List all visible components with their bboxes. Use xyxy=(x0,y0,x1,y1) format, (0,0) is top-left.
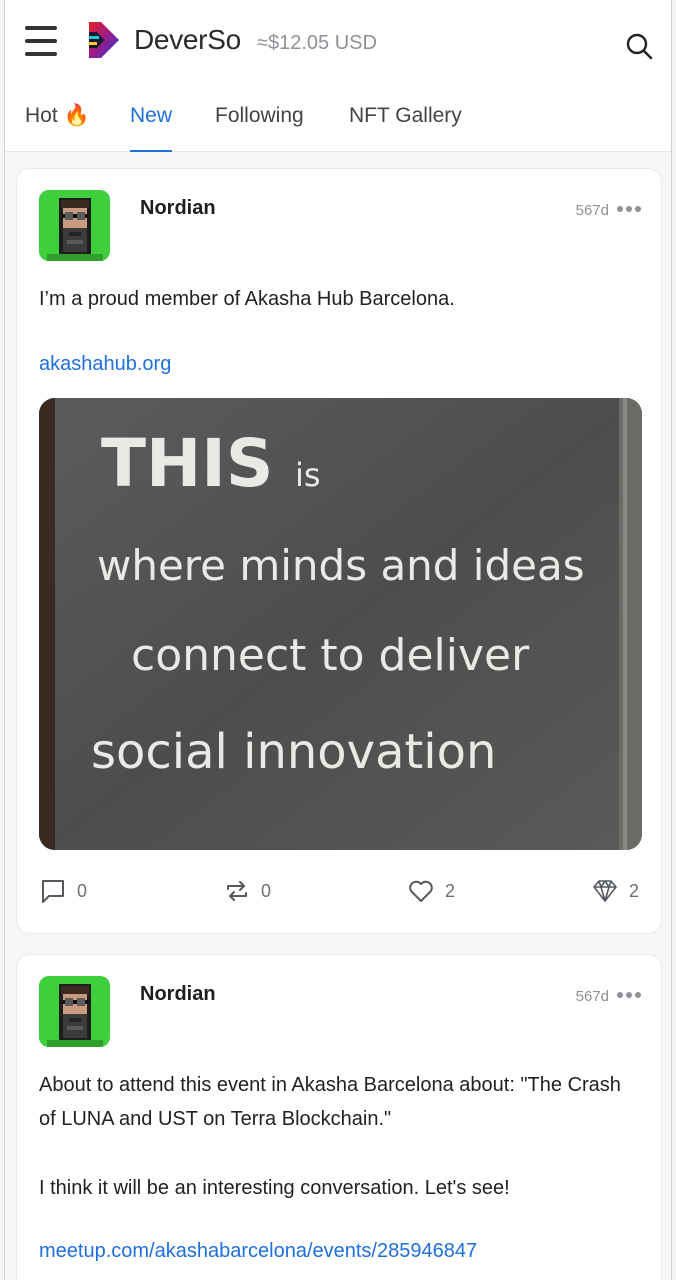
chalk-line-1: THIS xyxy=(101,425,273,502)
diamond-icon xyxy=(593,880,617,902)
post-image[interactable]: THIS is where minds and ideas connect to… xyxy=(39,398,642,850)
logo-icon[interactable] xyxy=(87,20,121,60)
comment-icon xyxy=(42,880,64,903)
tab-nft-gallery[interactable]: NFT Gallery xyxy=(349,104,462,152)
post-time: 567d xyxy=(575,202,609,219)
post-text: About to attend this event in Akasha Bar… xyxy=(39,1074,621,1130)
tab-following[interactable]: Following xyxy=(215,104,304,152)
chalk-line-3: where minds and ideas xyxy=(97,541,585,590)
chalk-line-5: social innovation xyxy=(91,724,496,780)
comment-count: 0 xyxy=(77,880,88,901)
tab-hot[interactable]: Hot 🔥 xyxy=(25,104,90,152)
post-card: Nordian 567d About to attend this event … xyxy=(16,954,662,1280)
avatar-pixel-art xyxy=(39,190,110,261)
comment-button[interactable]: 0 xyxy=(39,871,87,911)
chalkboard-photo: THIS is where minds and ideas connect to… xyxy=(39,398,642,850)
post-time: 567d xyxy=(575,988,609,1005)
avatar[interactable] xyxy=(39,190,110,261)
post-card: Nordian 567d I’m a proud member of Akash… xyxy=(16,168,662,934)
gem-button[interactable]: 2 xyxy=(591,871,639,911)
author-name[interactable]: Nordian xyxy=(140,983,216,1006)
hamburger-icon[interactable] xyxy=(25,26,57,56)
more-dots-icon[interactable] xyxy=(617,204,641,214)
gem-count: 2 xyxy=(629,880,640,901)
chalk-line-4: connect to deliver xyxy=(131,630,530,681)
post-link[interactable]: akashahub.org xyxy=(39,353,171,376)
repost-count: 0 xyxy=(261,880,272,901)
author-name[interactable]: Nordian xyxy=(140,197,216,220)
avatar[interactable] xyxy=(39,976,110,1047)
heart-icon xyxy=(409,880,433,902)
app-frame: DeverSo ≈$12.05 USD Hot 🔥 New Following … xyxy=(4,0,672,1280)
feed-tabs: Hot 🔥 New Following NFT Gallery xyxy=(5,96,671,152)
post-actions: 0 0 2 2 xyxy=(17,871,661,911)
balance-label: ≈$12.05 USD xyxy=(257,32,377,54)
tab-new[interactable]: New xyxy=(130,104,173,152)
avatar-pixel-art xyxy=(39,976,110,1047)
like-button[interactable]: 2 xyxy=(407,871,455,911)
search-icon[interactable] xyxy=(625,32,653,60)
post-text: I’m a proud member of Akasha Hub Barcelo… xyxy=(39,288,455,310)
like-count: 2 xyxy=(445,880,456,901)
more-dots-icon[interactable] xyxy=(617,990,641,1000)
post-text-secondary: I think it will be an interesting conver… xyxy=(39,1177,510,1199)
repost-button[interactable]: 0 xyxy=(223,871,271,911)
top-header: DeverSo ≈$12.05 USD Hot 🔥 New Following … xyxy=(5,0,671,152)
brand-name: DeverSo xyxy=(134,24,241,55)
repost-icon xyxy=(227,881,247,901)
chalk-line-2: is xyxy=(295,456,321,494)
post-link[interactable]: meetup.com/akashabarcelona/events/285946… xyxy=(39,1240,477,1263)
